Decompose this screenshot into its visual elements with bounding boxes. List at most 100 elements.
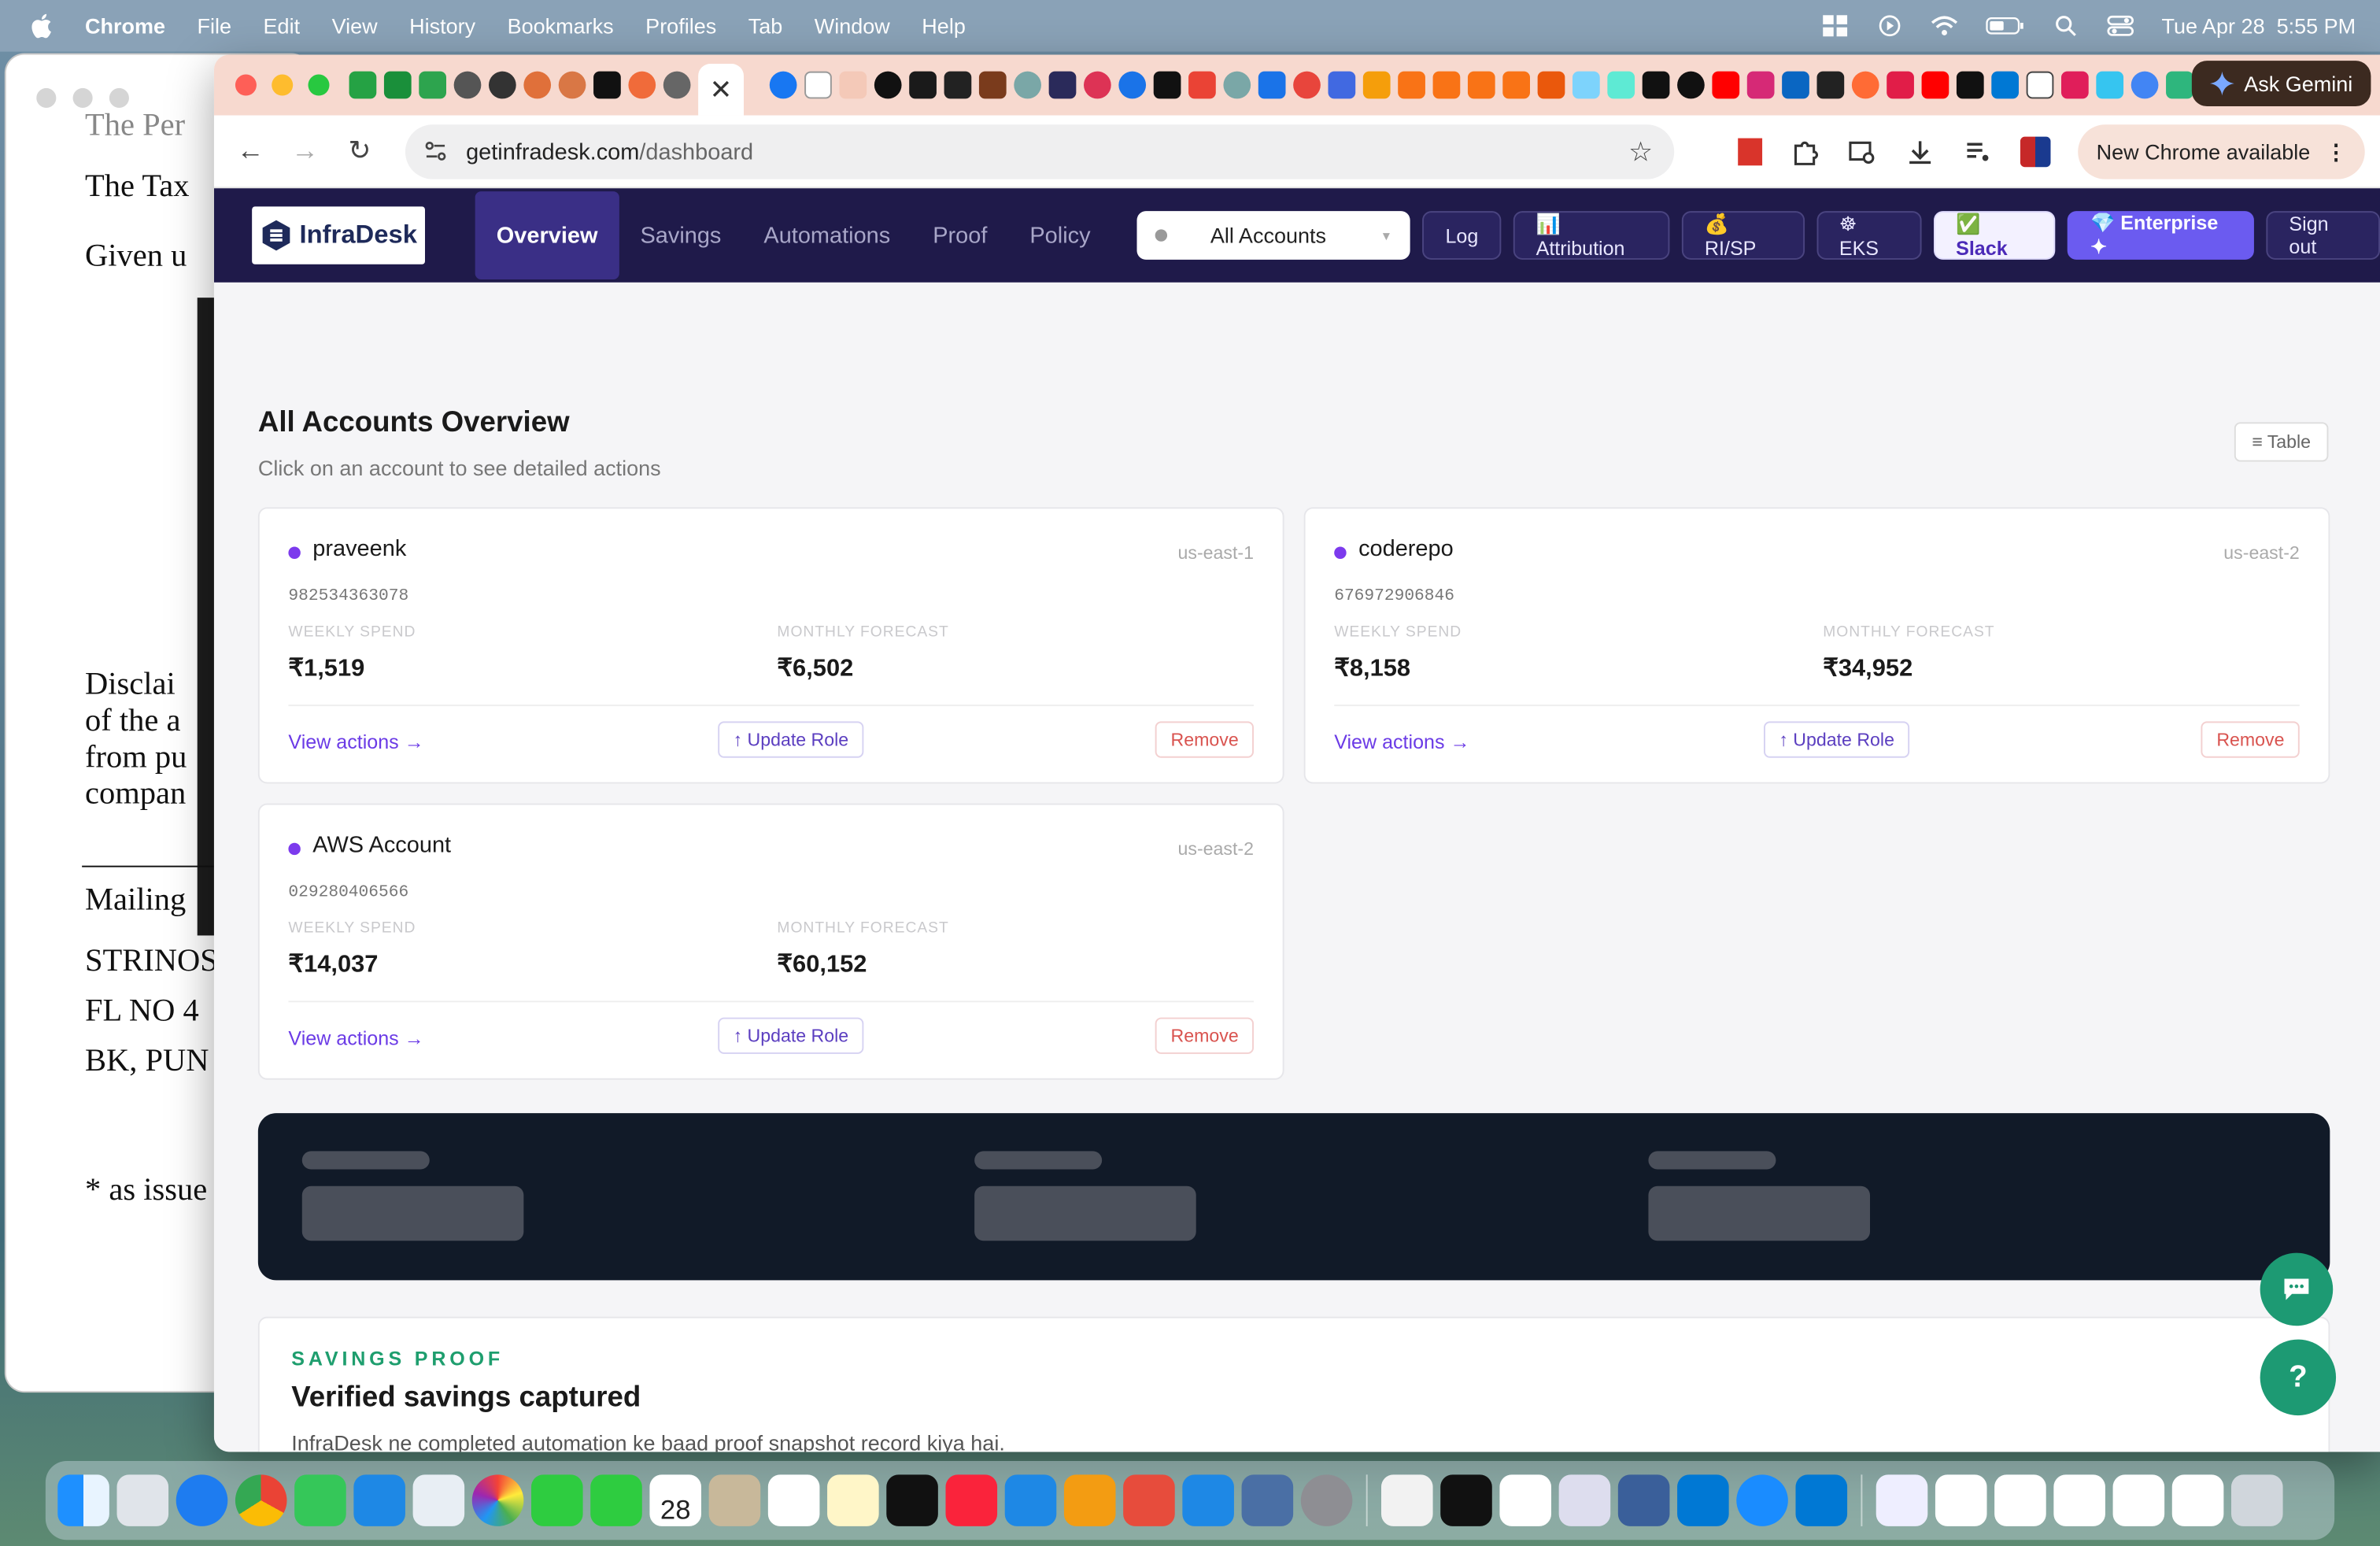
tab-search-icon[interactable]: [1847, 137, 1878, 168]
app-icon[interactable]: [1499, 1474, 1551, 1526]
view-actions-link[interactable]: View actions →: [1334, 730, 1469, 753]
nav-savings[interactable]: Savings: [619, 191, 742, 279]
downloads-icon[interactable]: [1905, 137, 1936, 168]
tab-favicon-icon[interactable]: [453, 71, 482, 99]
account-card[interactable]: praveenk us-east-1 982534363078 WEEKLY S…: [257, 507, 1284, 784]
tab-favicon-icon[interactable]: [1223, 71, 1251, 99]
ask-gemini-button[interactable]: Ask Gemini: [2192, 61, 2371, 107]
tab-favicon-icon[interactable]: [593, 71, 621, 99]
chat-button[interactable]: [2260, 1252, 2334, 1326]
eks-button[interactable]: ☸ EKS: [1816, 211, 1921, 260]
play-circle-icon[interactable]: [1876, 13, 1904, 38]
menubar-clock[interactable]: Tue Apr 28 5:55 PM: [2161, 13, 2356, 38]
account-card[interactable]: AWS Account us-east-2 029280406566 WEEKL…: [257, 803, 1284, 1080]
spotlight-search-icon[interactable]: [2053, 13, 2080, 38]
apple-logo-icon[interactable]: [28, 12, 58, 39]
mail-icon[interactable]: [353, 1474, 405, 1526]
messages-icon[interactable]: [294, 1474, 346, 1526]
app-icon[interactable]: [1736, 1474, 1788, 1526]
tab-favicon-icon[interactable]: [1014, 71, 1041, 99]
wifi-icon[interactable]: [1931, 13, 1958, 38]
chrome-icon[interactable]: [235, 1474, 287, 1526]
maps-icon[interactable]: [412, 1474, 465, 1526]
risp-button[interactable]: 💰 RI/SP: [1681, 211, 1805, 260]
preview-icon[interactable]: [1876, 1474, 1928, 1526]
slack-favicon-icon[interactable]: [2096, 71, 2124, 99]
slack-button[interactable]: ✅ Slack: [1933, 211, 2056, 260]
tab-favicon-icon[interactable]: [628, 71, 656, 99]
view-actions-link[interactable]: View actions →: [288, 730, 423, 753]
slack-favicon-icon[interactable]: [2060, 71, 2089, 99]
tab-favicon-icon[interactable]: [1398, 71, 1425, 99]
tab-favicon-icon[interactable]: [1048, 71, 1077, 99]
tab-favicon-icon[interactable]: [419, 71, 446, 99]
update-role-button[interactable]: ↑ Update Role: [1763, 721, 1910, 758]
extensions-puzzle-icon[interactable]: [1790, 137, 1820, 168]
tab-favicon-icon[interactable]: [1956, 71, 1984, 99]
update-role-button[interactable]: ↑ Update Role: [718, 1017, 864, 1054]
doc-minimize-button[interactable]: [72, 87, 93, 108]
nav-proof[interactable]: Proof: [911, 191, 1008, 279]
sign-out-button[interactable]: Sign out: [2266, 211, 2380, 260]
tab-favicon-icon[interactable]: [1118, 71, 1147, 99]
youtube-favicon-icon[interactable]: [1921, 71, 1949, 99]
close-window-button[interactable]: [235, 74, 257, 96]
menu-profiles[interactable]: Profiles: [645, 13, 716, 38]
doc-close-button[interactable]: [36, 87, 57, 108]
tab-favicon-icon[interactable]: [1432, 71, 1461, 99]
tab-favicon-icon[interactable]: [1887, 71, 1914, 99]
rocket-icon[interactable]: [1123, 1474, 1175, 1526]
bookmark-star-icon[interactable]: ☆: [1628, 136, 1653, 168]
window-thumbnail[interactable]: [2112, 1474, 2165, 1526]
tab-favicon-icon[interactable]: [769, 71, 797, 99]
help-button[interactable]: ?: [2260, 1339, 2337, 1416]
app-store-icon[interactable]: [1182, 1474, 1234, 1526]
tab-favicon-icon[interactable]: [1083, 71, 1111, 99]
iphone-mirroring-icon[interactable]: [1241, 1474, 1294, 1526]
profile-avatar-icon[interactable]: [2020, 136, 2051, 168]
active-tab-close-icon[interactable]: ✕: [698, 64, 744, 116]
google-favicon-icon[interactable]: [2131, 71, 2159, 99]
nav-automations[interactable]: Automations: [742, 191, 911, 279]
tab-favicon-icon[interactable]: [1572, 71, 1600, 99]
window-thumbnail[interactable]: [2053, 1474, 2105, 1526]
attribution-button[interactable]: 📊 Attribution: [1513, 211, 1670, 260]
tab-favicon-icon[interactable]: [1328, 71, 1356, 99]
minimize-window-button[interactable]: [272, 74, 294, 96]
tab-favicon-icon[interactable]: [1153, 71, 1181, 99]
window-grid-icon[interactable]: [1821, 13, 1849, 38]
linkedin-favicon-icon[interactable]: [1782, 71, 1809, 99]
menu-help[interactable]: Help: [922, 13, 966, 38]
tab-favicon-icon[interactable]: [1188, 71, 1216, 99]
forward-arrow-icon[interactable]: →: [286, 133, 323, 169]
log-button[interactable]: Log: [1422, 211, 1502, 260]
system-settings-icon[interactable]: [1300, 1474, 1353, 1526]
update-role-button[interactable]: ↑ Update Role: [718, 721, 864, 758]
menu-app-name[interactable]: Chrome: [85, 13, 165, 38]
youtube-favicon-icon[interactable]: [1712, 71, 1740, 99]
windows-app-icon[interactable]: [1795, 1474, 1848, 1526]
mail-favicon-icon[interactable]: [2026, 71, 2054, 99]
photos-icon[interactable]: [471, 1474, 524, 1526]
back-arrow-icon[interactable]: ←: [232, 133, 268, 169]
vscode-icon[interactable]: [1677, 1474, 1729, 1526]
menu-window[interactable]: Window: [815, 13, 890, 38]
trash-icon[interactable]: [2230, 1474, 2283, 1526]
menu-view[interactable]: View: [332, 13, 378, 38]
address-bar[interactable]: getinfradesk.com/dashboard ☆: [405, 124, 1675, 179]
facetime-icon[interactable]: [530, 1474, 583, 1526]
tab-favicon-icon[interactable]: [558, 71, 586, 99]
more-vert-icon[interactable]: ⋮: [2326, 139, 2347, 165]
tab-favicon-icon[interactable]: [804, 71, 832, 99]
window-thumbnail[interactable]: [1935, 1474, 1987, 1526]
tab-favicon-icon[interactable]: [1293, 71, 1321, 99]
tab-favicon-icon[interactable]: [663, 71, 691, 99]
nav-policy[interactable]: Policy: [1008, 191, 1111, 279]
tab-favicon-icon[interactable]: [978, 71, 1007, 99]
site-settings-icon[interactable]: [423, 139, 448, 164]
remove-button[interactable]: Remove: [1155, 1017, 1254, 1054]
document-icon[interactable]: [1380, 1474, 1433, 1526]
nav-overview[interactable]: Overview: [475, 191, 619, 279]
tab-favicon-icon[interactable]: [349, 71, 377, 99]
onedrive-favicon-icon[interactable]: [1991, 71, 2019, 99]
